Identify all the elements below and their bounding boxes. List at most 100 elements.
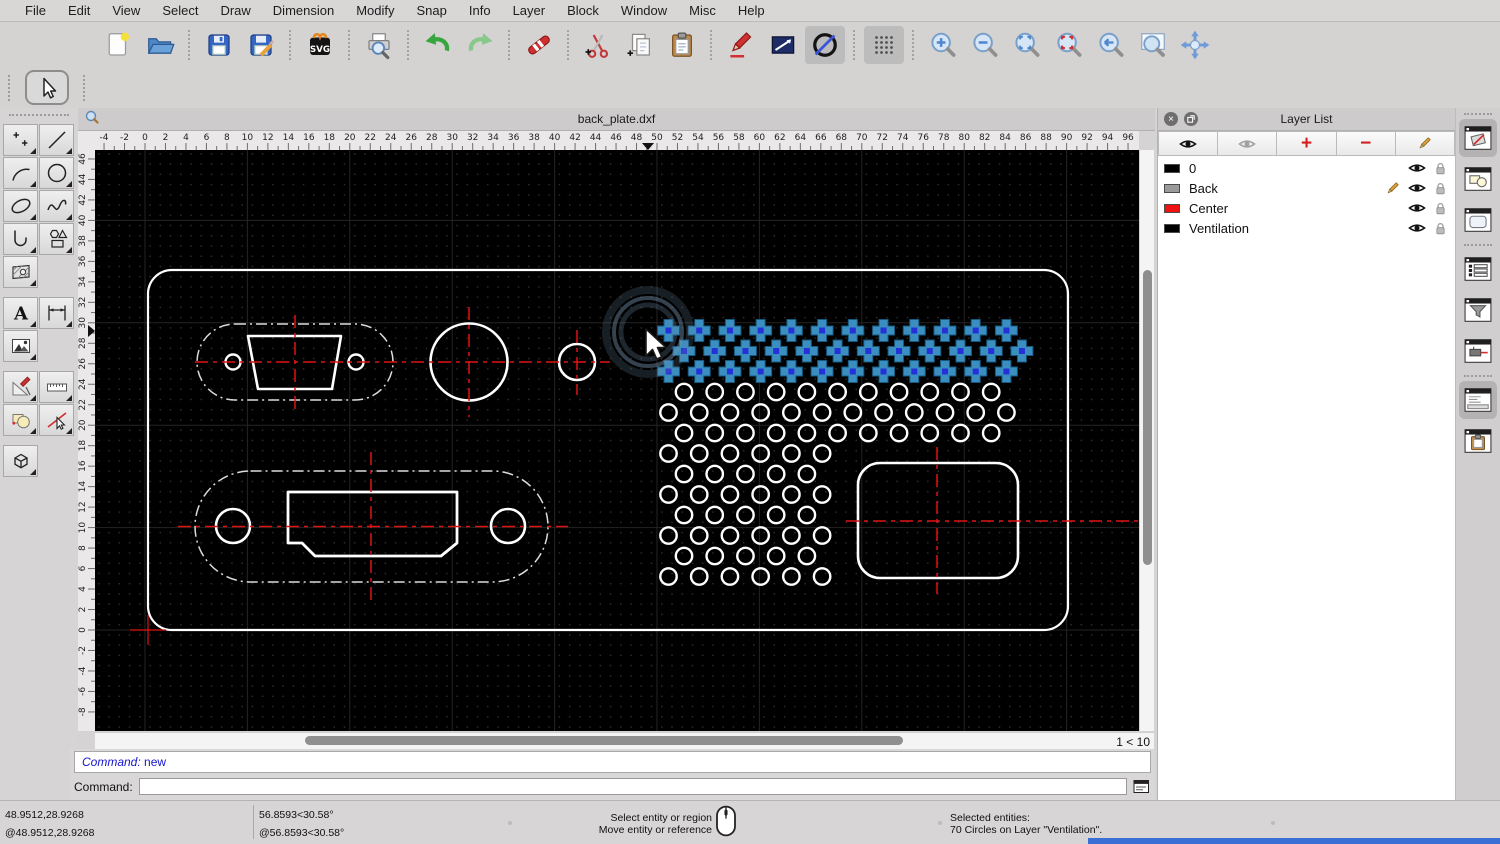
ortho-button[interactable] (763, 26, 803, 64)
vent-hole[interactable] (659, 485, 678, 504)
vent-hole[interactable] (674, 423, 694, 443)
save-button[interactable] (199, 26, 239, 64)
vent-hole[interactable] (751, 485, 771, 504)
vent-hole[interactable] (828, 423, 847, 443)
show-all-layers-button[interactable] (1158, 131, 1219, 156)
document-titlebar[interactable]: back_plate.dxf (78, 108, 1155, 131)
vent-hole[interactable] (720, 444, 740, 463)
dock-block-list-icon[interactable] (1459, 160, 1497, 198)
vent-hole[interactable] (920, 423, 940, 443)
menu-dimension[interactable]: Dimension (262, 0, 345, 22)
vent-hole[interactable] (781, 526, 801, 545)
delete-selected-button[interactable] (519, 26, 559, 64)
vent-hole[interactable] (705, 382, 725, 402)
vent-hole[interactable] (920, 382, 940, 402)
dock-entity-list-icon[interactable] (1459, 250, 1497, 288)
vent-hole[interactable] (781, 485, 801, 504)
block-tool-button[interactable] (3, 404, 38, 436)
line-tool-button[interactable] (39, 124, 74, 156)
paste-button[interactable] (662, 26, 702, 64)
layer-lock-icon[interactable] (1434, 201, 1447, 216)
vent-hole[interactable] (797, 382, 817, 402)
horizontal-scrollbar-thumb[interactable] (305, 736, 903, 745)
vent-hole[interactable] (858, 423, 878, 443)
toolbar-drag-handle[interactable] (8, 74, 11, 101)
vent-hole[interactable] (689, 403, 709, 422)
vent-hole[interactable] (736, 382, 755, 402)
draft-mode-button[interactable] (805, 25, 845, 64)
vertical-scrollbar-thumb[interactable] (1142, 270, 1152, 565)
vent-hole[interactable] (689, 567, 709, 586)
arc-tool-button[interactable] (3, 157, 38, 189)
points-tool-button[interactable] (3, 124, 38, 156)
vent-hole[interactable] (812, 485, 832, 504)
vent-hole[interactable] (966, 403, 986, 422)
vent-hole[interactable] (812, 444, 832, 463)
zoom-auto-button[interactable] (1007, 26, 1047, 64)
horizontal-scrollbar[interactable]: 1 < 10 (95, 732, 1154, 749)
grid-button[interactable] (864, 25, 904, 64)
vent-hole[interactable] (659, 526, 678, 545)
new-file-button[interactable] (98, 26, 138, 64)
close-icon[interactable]: × (1164, 112, 1178, 126)
vent-hole[interactable] (951, 423, 970, 443)
vent-hole[interactable] (659, 567, 678, 586)
command-input[interactable] (138, 778, 1127, 795)
image-tool-button[interactable] (3, 330, 38, 362)
hide-all-layers-button[interactable] (1218, 131, 1278, 156)
dock-selection-filter-icon[interactable] (1459, 291, 1497, 329)
vent-hole[interactable] (858, 382, 878, 402)
vent-hole[interactable] (736, 505, 755, 525)
dock-clipboard-icon[interactable] (1459, 422, 1497, 460)
spline-tool-button[interactable] (39, 190, 74, 222)
modify-tool-button[interactable] (3, 371, 38, 403)
layer-visibility-eye-icon[interactable] (1408, 182, 1426, 194)
circle-tool-button[interactable] (39, 157, 74, 189)
layer-lock-icon[interactable] (1434, 181, 1447, 196)
vent-hole[interactable] (843, 403, 863, 422)
vent-hole[interactable] (766, 546, 786, 566)
vent-hole[interactable] (874, 403, 893, 422)
zoom-out-button[interactable] (965, 26, 1005, 64)
toolbar-drag-handle[interactable] (83, 74, 86, 101)
layer-panel-titlebar[interactable]: Layer List × (1158, 108, 1455, 131)
menu-view[interactable]: View (101, 0, 151, 22)
vent-hole[interactable] (720, 485, 740, 504)
menu-block[interactable]: Block (556, 0, 610, 22)
vent-hole[interactable] (736, 464, 755, 484)
menu-layer[interactable]: Layer (502, 0, 557, 22)
select-entity-tool-button[interactable] (39, 404, 74, 436)
vent-hole[interactable] (797, 546, 817, 566)
save-as-button[interactable] (241, 26, 281, 64)
menu-draw[interactable]: Draw (209, 0, 261, 22)
vent-hole[interactable] (797, 464, 817, 484)
zoom-selection-button[interactable] (1049, 26, 1089, 64)
edit-layer-button[interactable] (1395, 131, 1456, 156)
zoom-previous-button[interactable] (1091, 26, 1131, 64)
vent-hole[interactable] (828, 382, 847, 402)
vent-hole[interactable] (766, 423, 786, 443)
vent-hole[interactable] (981, 423, 1001, 443)
drawing-canvas[interactable] (95, 150, 1139, 731)
vent-hole[interactable] (889, 423, 909, 443)
hatch-tool-button[interactable] (3, 256, 38, 288)
vent-hole[interactable] (781, 403, 801, 422)
layer-row-ventilation[interactable]: Ventilation (1158, 218, 1455, 238)
vent-hole[interactable] (705, 464, 725, 484)
dimension-tool-button[interactable] (39, 297, 74, 329)
svg-export-button[interactable]: SVG (300, 26, 340, 64)
vent-hole[interactable] (751, 567, 771, 586)
cut-button[interactable] (578, 26, 618, 64)
vent-hole[interactable] (736, 546, 755, 566)
menu-snap[interactable]: Snap (406, 0, 458, 22)
copy-button[interactable] (620, 26, 660, 64)
pen-button[interactable] (721, 26, 761, 64)
vent-hole[interactable] (674, 382, 694, 402)
add-layer-button[interactable]: + (1277, 131, 1337, 156)
vent-hole[interactable] (751, 526, 771, 545)
vent-hole[interactable] (889, 382, 909, 402)
zoom-in-button[interactable] (923, 26, 963, 64)
command-options-button[interactable] (1131, 778, 1151, 795)
vent-hole[interactable] (689, 444, 709, 463)
layer-visibility-eye-icon[interactable] (1408, 202, 1426, 214)
